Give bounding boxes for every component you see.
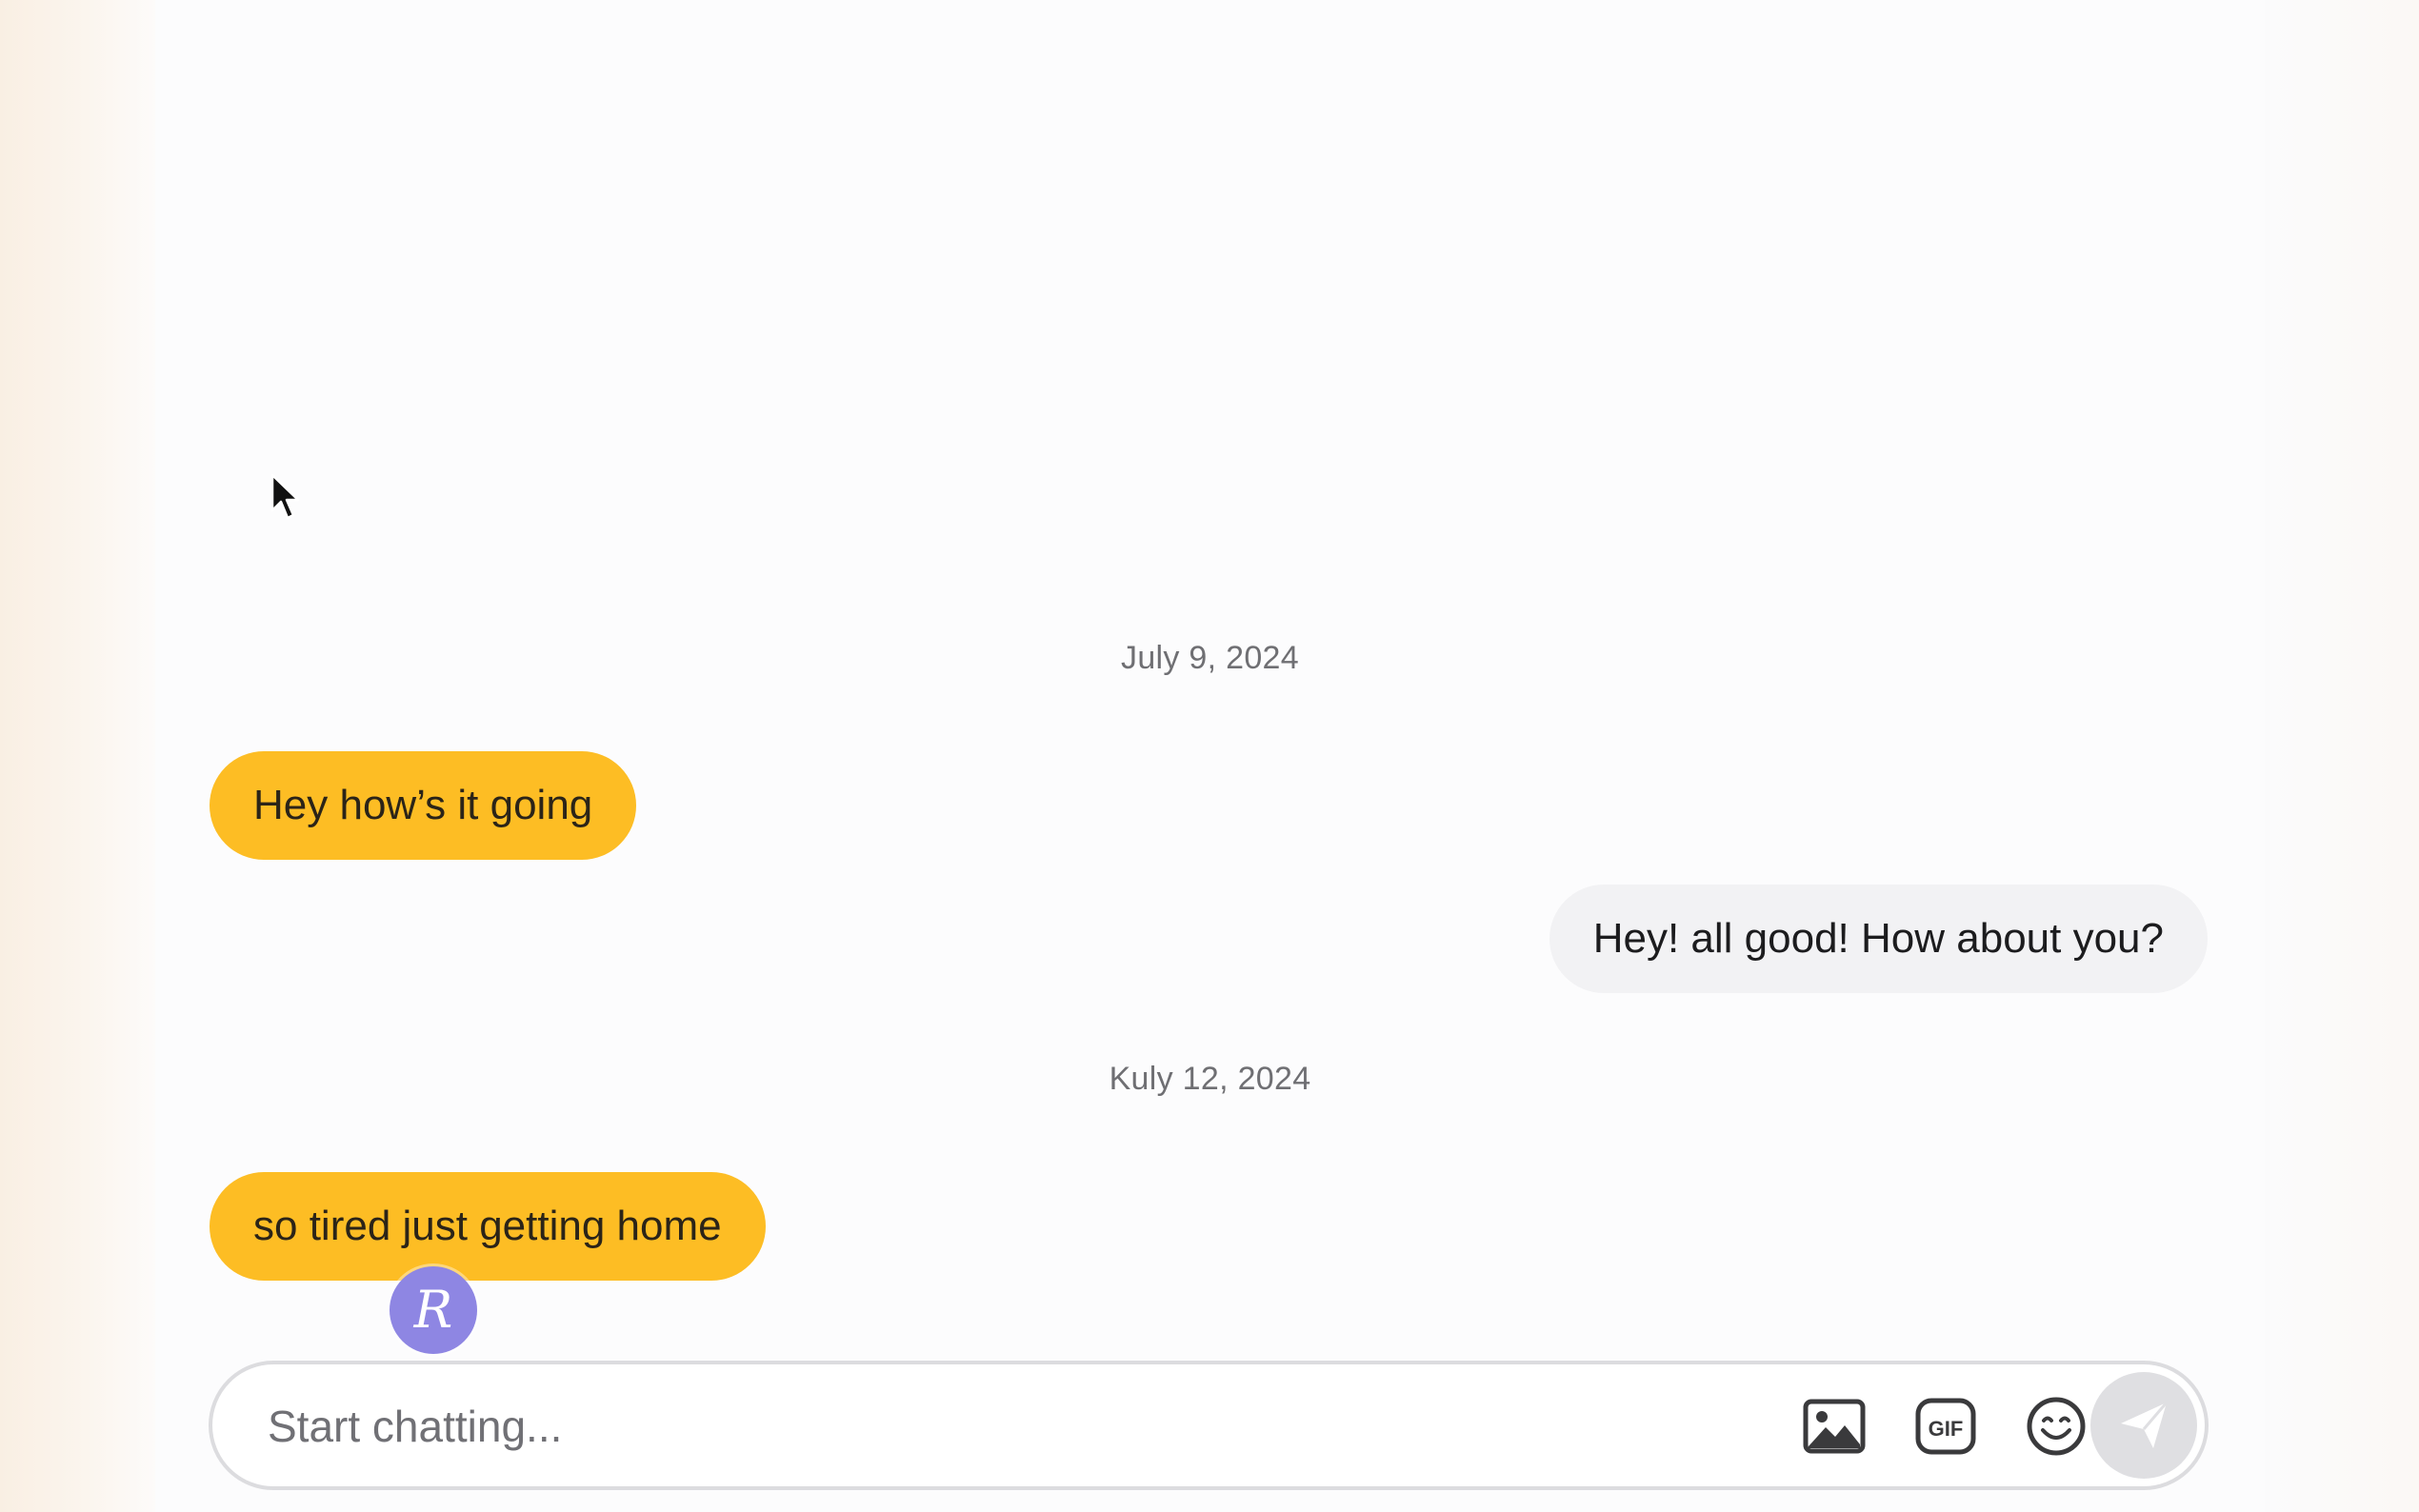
send-icon <box>2121 1402 2169 1448</box>
gif-button[interactable]: GIF <box>1912 1393 1979 1460</box>
message-bubble-sent[interactable]: Hey! all good! How about you? <box>1549 885 2208 993</box>
date-separator: Kuly 12, 2024 <box>1109 1061 1311 1097</box>
gif-icon: GIF <box>1915 1398 1976 1455</box>
message-bubble-received[interactable]: Hey how’s it going <box>210 751 637 860</box>
emoji-button[interactable] <box>2023 1393 2089 1460</box>
avatar[interactable]: R <box>390 1266 477 1354</box>
emoji-icon <box>2027 1397 2086 1456</box>
svg-text:GIF: GIF <box>1929 1417 1964 1441</box>
send-button[interactable] <box>2090 1372 2197 1479</box>
background-edge <box>2265 0 2419 1512</box>
message-composer: GIF <box>209 1361 2209 1490</box>
date-separator: July 9, 2024 <box>1121 640 1299 676</box>
image-icon <box>1803 1399 1866 1454</box>
chat-input[interactable] <box>266 1364 1698 1488</box>
chat-panel: July 9, 2024 Hey how’s it going Hey! all… <box>155 0 2265 1512</box>
image-button[interactable] <box>1801 1393 1868 1460</box>
message-bubble-received[interactable]: so tired just getting home <box>210 1172 766 1281</box>
mouse-cursor-icon <box>270 473 300 520</box>
